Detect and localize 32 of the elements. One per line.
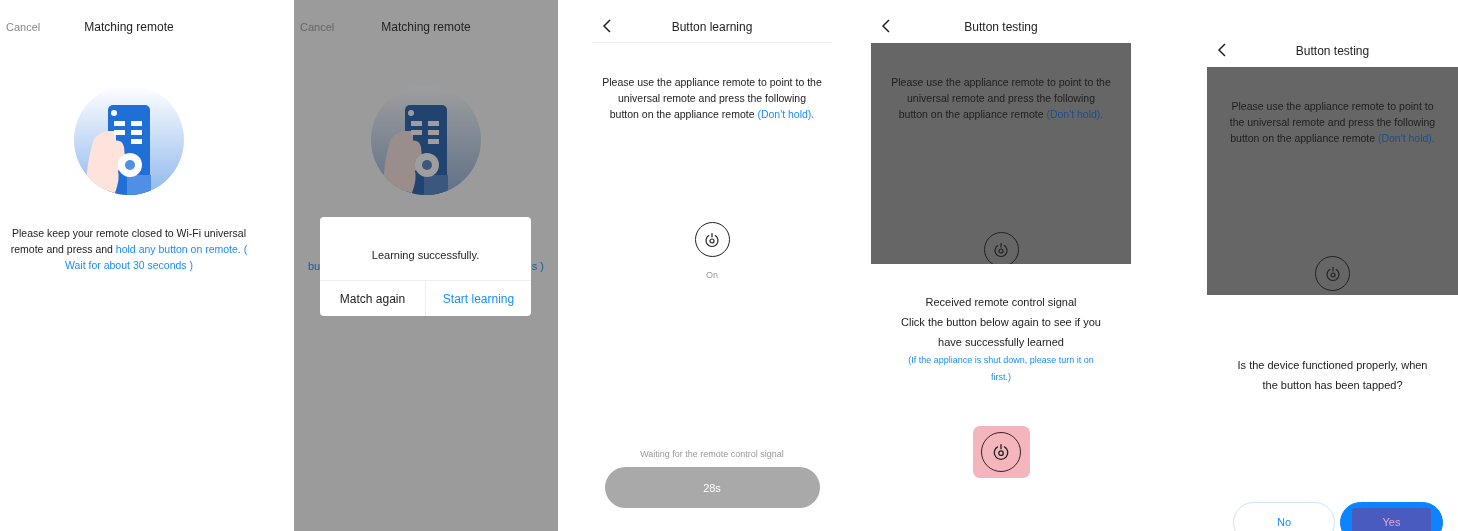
received-text: Click the button below again to see if you have successfully learned — [900, 315, 1102, 350]
status-text: Waiting for the remote control signal — [640, 449, 784, 459]
test-key-button[interactable] — [972, 426, 1030, 478]
instruction-text: Please use the appliance remote to point to the universal remote and press the following button on the appliance remote (Don't hold). — [891, 75, 1111, 122]
instruction-fragment: s ) — [531, 259, 544, 274]
back-icon[interactable] — [1217, 43, 1227, 57]
power-icon — [993, 241, 1009, 258]
back-icon[interactable] — [881, 19, 891, 33]
instruction-text: Please use the appliance remote to point to the universal remote and press the following button on the appliance remote (Don't hold). — [602, 75, 822, 122]
screen-title: Matching remote — [381, 20, 471, 34]
instruction-text: Please keep your remote closed to Wi-Fi universal remote and press and hold any button on remote. ( Wait for about 30 seconds ) — [9, 226, 249, 273]
power-icon — [992, 443, 1010, 461]
note-text: (If the appliance is shut down, please turn it on first.) — [907, 354, 1095, 384]
instruction-fragment: bu — [308, 259, 321, 274]
key-label: On — [706, 270, 718, 280]
power-icon — [704, 231, 720, 248]
cancel-button[interactable]: Cancel — [6, 20, 41, 34]
back-icon[interactable] — [602, 19, 612, 33]
power-icon — [1324, 265, 1341, 282]
screen-title: Button testing — [1295, 44, 1370, 58]
received-text: Received remote control signal — [925, 295, 1077, 310]
yes-button[interactable]: Yes — [1340, 502, 1443, 531]
countdown-button[interactable]: 28s — [604, 467, 820, 508]
screen-title: Matching remote — [84, 20, 174, 34]
start-learning-button[interactable]: Start learning — [425, 281, 531, 316]
screen-title: Button learning — [671, 20, 753, 34]
question-text: Is the device functioned properly, when the button has been tapped? — [1237, 358, 1428, 393]
match-again-button[interactable]: Match again — [320, 281, 425, 316]
no-button[interactable]: No — [1233, 502, 1335, 531]
screen-title: Button testing — [964, 20, 1038, 34]
dialog-message: Learning successfully. — [370, 247, 481, 263]
instruction-text: Please use the appliance remote to point to the universal remote and press the following button on the appliance remote (Don't hold). — [1228, 99, 1437, 146]
